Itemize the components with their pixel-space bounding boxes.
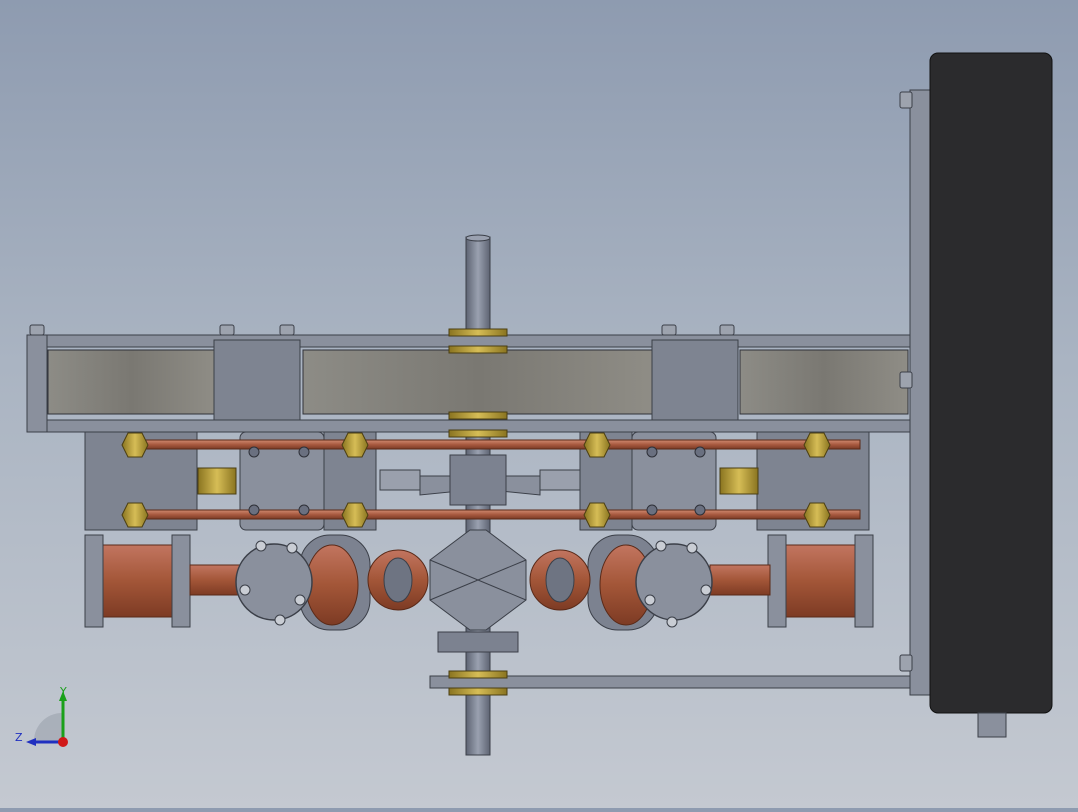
- axis-y-label: Y: [60, 685, 67, 698]
- view-triad-icon[interactable]: Y Z: [10, 685, 80, 755]
- steam-engine-model: [26, 52, 1053, 756]
- axis-z-label: Z: [15, 731, 23, 744]
- cad-viewport[interactable]: Y Z: [0, 0, 1078, 808]
- valve-linkage: [379, 454, 581, 506]
- crank-housings: [299, 529, 659, 631]
- boiler-box: [899, 52, 1053, 738]
